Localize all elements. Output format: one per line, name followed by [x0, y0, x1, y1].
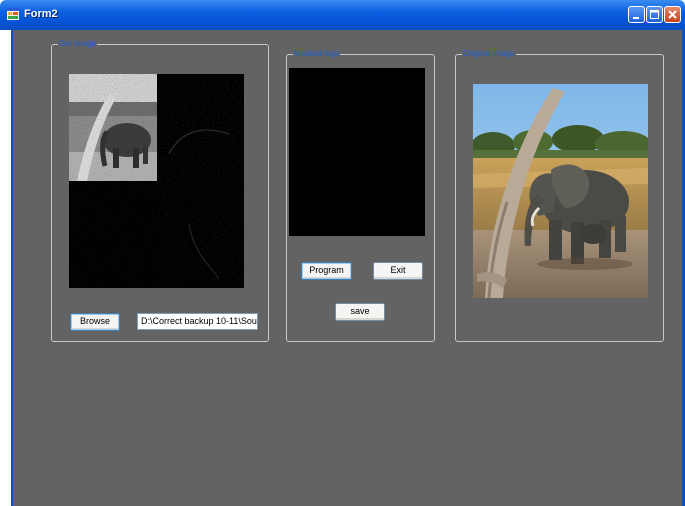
- path-textbox[interactable]: D:\Correct backup 10-11\Sour: [137, 313, 258, 330]
- app-icon: [7, 8, 19, 20]
- minimize-icon: [633, 17, 639, 19]
- program-button[interactable]: Program: [301, 262, 352, 280]
- original-image-group: Original image: [455, 48, 664, 342]
- client-area: Get image Browse D:\Correct backup 10-11…: [13, 30, 682, 506]
- get-image-group: Get image Browse D:\Correct backup 10-11…: [51, 38, 269, 342]
- get-image-legend: Get image: [58, 38, 97, 50]
- masked-logo-legend: Masked logo: [293, 48, 341, 60]
- original-image-legend: Original image: [462, 48, 516, 60]
- original-image: [473, 84, 648, 298]
- form2-window: Form2 Get image Browse D:\Correct backup…: [0, 0, 685, 506]
- masked-logo-group: Masked logo Program Exit save: [286, 48, 435, 342]
- title-bar[interactable]: Form2: [0, 0, 685, 30]
- browse-button[interactable]: Browse: [70, 313, 120, 331]
- close-button[interactable]: [664, 6, 681, 23]
- minimize-button[interactable]: [628, 6, 645, 23]
- maximize-icon: [650, 10, 659, 19]
- save-button[interactable]: save: [335, 303, 385, 321]
- masked-logo-image: [289, 68, 425, 236]
- exit-button[interactable]: Exit: [373, 262, 423, 280]
- window-title: Form2: [24, 8, 58, 20]
- maximize-button[interactable]: [646, 6, 663, 23]
- wavelet-preview-image: [69, 74, 244, 288]
- close-icon: [668, 10, 677, 19]
